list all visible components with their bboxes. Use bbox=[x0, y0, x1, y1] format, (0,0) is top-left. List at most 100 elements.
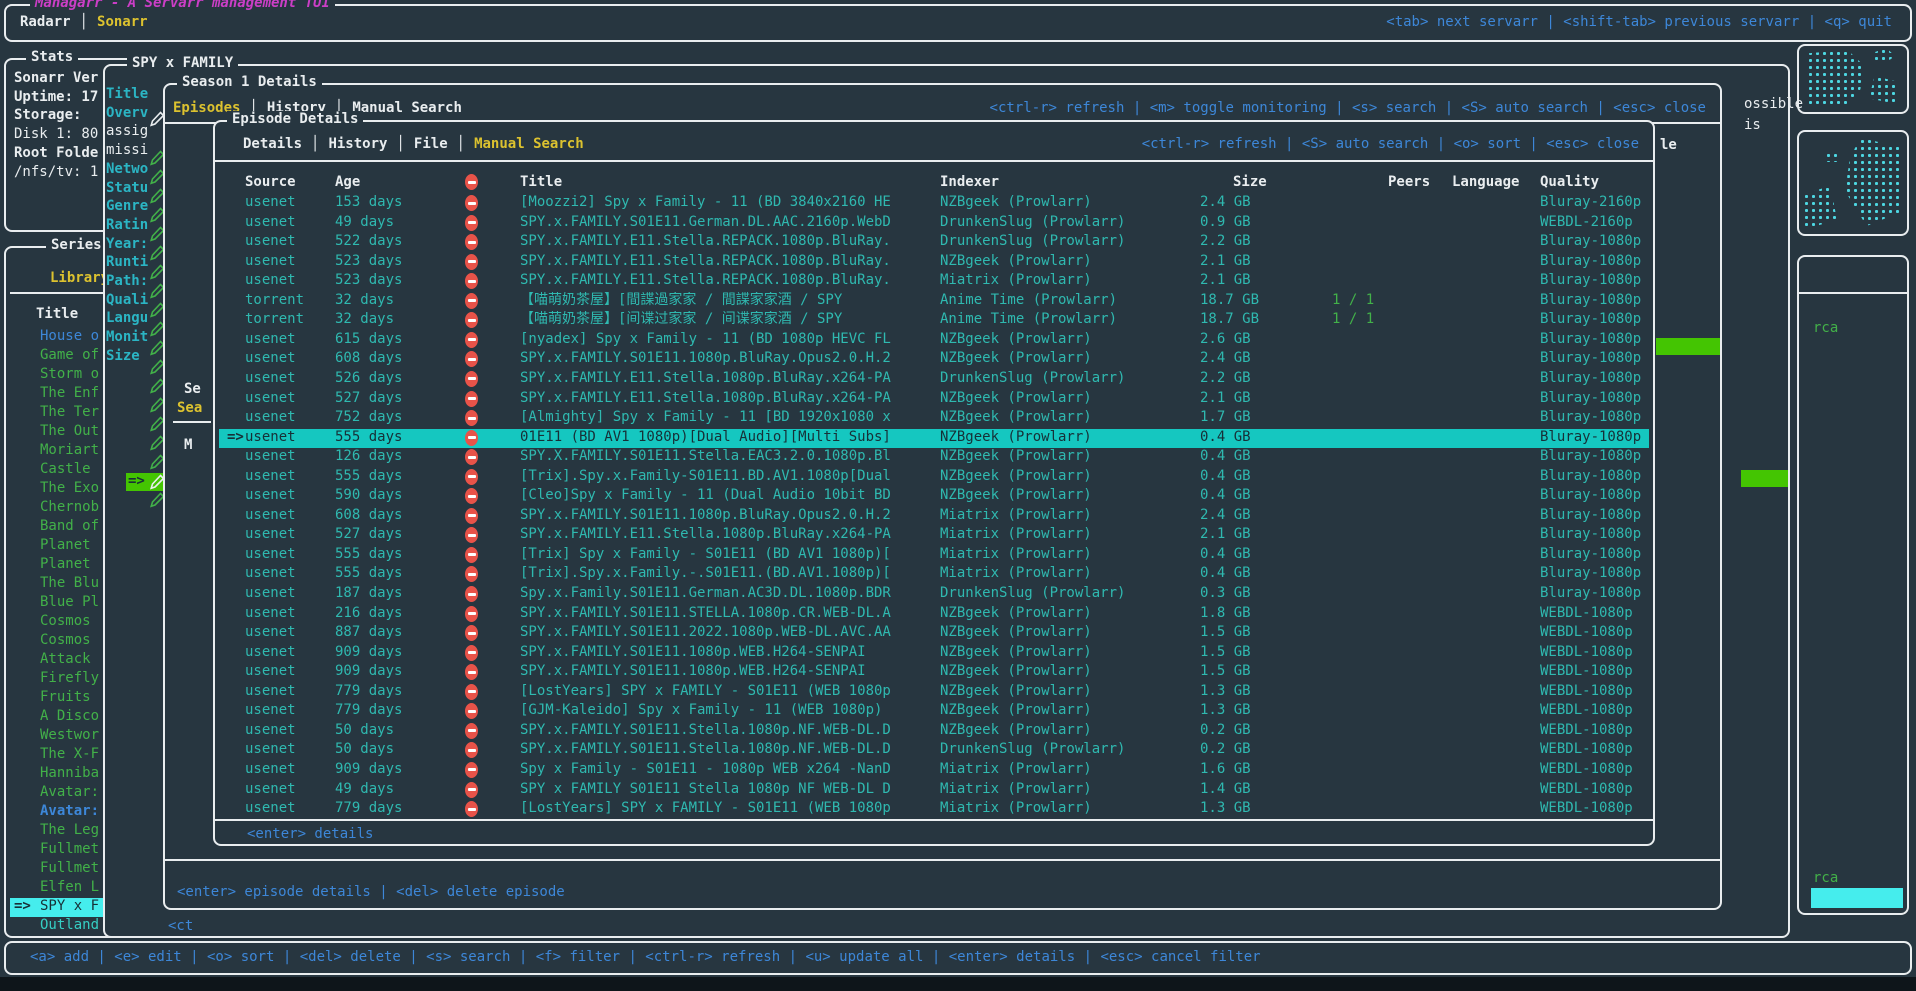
search-result-row[interactable]: usenet523 daysSPY.x.FAMILY.E11.Stella.RE… bbox=[219, 253, 1649, 272]
cell-source: usenet bbox=[245, 800, 296, 817]
search-result-row[interactable]: usenet779 days[GJM-Kaleido] Spy x Family… bbox=[219, 702, 1649, 721]
search-result-row[interactable]: usenet126 daysSPY.X.FAMILY.S01E11.Stella… bbox=[219, 448, 1649, 467]
search-result-row[interactable]: usenet590 days[Cleo]Spy x Family - 11 (D… bbox=[219, 487, 1649, 506]
stats-line: /nfs/tv: 1 bbox=[14, 164, 98, 181]
series-title-text: The Ter bbox=[40, 404, 99, 421]
cell-quality: Bluray-1080p bbox=[1540, 292, 1641, 309]
no-entry-icon bbox=[465, 391, 478, 407]
cell-size: 1.3 GB bbox=[1200, 702, 1251, 719]
search-result-row[interactable]: usenet615 days[nyadex] Spy x Family - 11… bbox=[219, 331, 1649, 350]
search-result-row[interactable]: torrent32 days【喵萌奶茶屋】[間諜過家家 / 間諜家家酒 / SP… bbox=[219, 292, 1649, 311]
cell-source: usenet bbox=[245, 331, 296, 348]
search-result-row[interactable]: usenet909 daysSPY.x.FAMILY.S01E11.1080p.… bbox=[219, 663, 1649, 682]
cell-age: 527 days bbox=[335, 390, 402, 407]
cell-quality: Bluray-1080p bbox=[1540, 253, 1641, 270]
terminal-margin bbox=[0, 977, 1916, 991]
search-result-row[interactable]: usenet555 days[Trix] Spy x Family - S01E… bbox=[219, 546, 1649, 565]
dot-art-icon bbox=[1803, 186, 1837, 228]
search-result-row[interactable]: usenet555 days[Trix].Spy.x.Family.-.S01E… bbox=[219, 565, 1649, 584]
logo-panel-bottom bbox=[1797, 130, 1909, 236]
search-result-row[interactable]: usenet779 days[LostYears] SPY x FAMILY -… bbox=[219, 800, 1649, 819]
cell-title: SPY.x.FAMILY.S01E11.Stella.1080p.NF.WEB-… bbox=[520, 722, 891, 739]
series-title-text: The Blu bbox=[40, 575, 99, 592]
clipped-tab[interactable]: Sea bbox=[177, 400, 202, 417]
search-result-row[interactable]: usenet216 daysSPY.x.FAMILY.S01E11.STELLA… bbox=[219, 605, 1649, 624]
cell-source: usenet bbox=[245, 585, 296, 602]
cell-indexer: Miatrix (Prowlarr) bbox=[940, 526, 1092, 543]
search-result-row[interactable]: =>usenet555 days01E11 (BD AV1 1080p)[Dua… bbox=[219, 429, 1649, 448]
cell-age: 555 days bbox=[335, 429, 402, 446]
series-title-text: A Disco bbox=[40, 708, 99, 725]
cell-quality: Bluray-1080p bbox=[1540, 233, 1641, 250]
tab-season-manual-search[interactable]: Manual Search bbox=[352, 100, 462, 117]
search-result-row[interactable]: usenet909 daysSpy x Family - S01E11 - 10… bbox=[219, 761, 1649, 780]
selected-season-row[interactable]: => bbox=[126, 473, 168, 491]
cell-source: usenet bbox=[245, 390, 296, 407]
cell-age: 909 days bbox=[335, 663, 402, 680]
seasons-scrollbar[interactable] bbox=[1741, 470, 1788, 487]
search-result-row[interactable]: usenet50 daysSPY.x.FAMILY.S01E11.Stella.… bbox=[219, 741, 1649, 760]
cell-title: SPY.x.FAMILY.S01E11.1080p.WEB.H264-SENPA… bbox=[520, 644, 866, 661]
cell-age: 555 days bbox=[335, 565, 402, 582]
no-entry-icon bbox=[465, 332, 478, 348]
cell-source: usenet bbox=[245, 233, 296, 250]
selected-episode-highlight[interactable] bbox=[1656, 338, 1720, 355]
search-result-row[interactable]: usenet527 daysSPY.x.FAMILY.E11.Stella.10… bbox=[219, 390, 1649, 409]
cell-title: SPY.X.FAMILY.S01E11.Stella.EAC3.2.0.1080… bbox=[520, 448, 891, 465]
clipped-text: rca bbox=[1813, 320, 1838, 337]
cell-quality: Bluray-1080p bbox=[1540, 311, 1641, 328]
cell-size: 2.1 GB bbox=[1200, 390, 1251, 407]
cell-title: Spy.x.Family.S01E11.German.AC3D.DL.1080p… bbox=[520, 585, 891, 602]
search-result-row[interactable]: usenet526 daysSPY.x.FAMILY.E11.Stella.10… bbox=[219, 370, 1649, 389]
search-result-row[interactable]: usenet49 daysSPY x FAMILY S01E11 Stella … bbox=[219, 781, 1649, 800]
cell-size: 1.5 GB bbox=[1200, 644, 1251, 661]
right-side-panel: rca rca bbox=[1797, 255, 1909, 915]
series-title-text: House o bbox=[40, 328, 99, 345]
no-entry-icon bbox=[465, 469, 478, 485]
search-result-row[interactable]: usenet523 daysSPY.x.FAMILY.E11.Stella.RE… bbox=[219, 272, 1649, 291]
no-entry-icon bbox=[465, 273, 478, 289]
cell-source: usenet bbox=[245, 644, 296, 661]
search-result-row[interactable]: usenet555 days[Trix].Spy.x.Family-S01E11… bbox=[219, 468, 1649, 487]
cell-age: 49 days bbox=[335, 214, 394, 231]
series-title-text: Avatar: bbox=[40, 784, 99, 801]
series-title-text: Firefly bbox=[40, 670, 99, 687]
search-result-row[interactable]: usenet608 daysSPY.x.FAMILY.S01E11.1080p.… bbox=[219, 350, 1649, 369]
cell-indexer: Miatrix (Prowlarr) bbox=[940, 800, 1092, 817]
search-result-row[interactable]: usenet49 daysSPY.x.FAMILY.S01E11.German.… bbox=[219, 214, 1649, 233]
search-result-row[interactable]: usenet187 daysSpy.x.Family.S01E11.German… bbox=[219, 585, 1649, 604]
cell-peers: 1 / 1 bbox=[1332, 292, 1374, 309]
cell-indexer: NZBgeek (Prowlarr) bbox=[940, 331, 1092, 348]
search-result-row[interactable]: usenet608 daysSPY.x.FAMILY.S01E11.1080p.… bbox=[219, 507, 1649, 526]
cell-title: SPY.x.FAMILY.S01E11.1080p.WEB.H264-SENPA… bbox=[520, 663, 866, 680]
no-entry-icon bbox=[465, 684, 478, 700]
search-result-row[interactable]: usenet779 days[LostYears] SPY x FAMILY -… bbox=[219, 683, 1649, 702]
cell-age: 555 days bbox=[335, 468, 402, 485]
cell-peers: 1 / 1 bbox=[1332, 311, 1374, 328]
cell-age: 49 days bbox=[335, 781, 394, 798]
cell-title: [LostYears] SPY x FAMILY - S01E11 (WEB 1… bbox=[520, 683, 891, 700]
cell-title: SPY.x.FAMILY.E11.Stella.REPACK.1080p.Blu… bbox=[520, 253, 891, 270]
cell-title: SPY.x.FAMILY.S01E11.1080p.BluRay.Opus2.0… bbox=[520, 350, 891, 367]
tab-radarr[interactable]: Radarr bbox=[20, 14, 71, 31]
season-footer-divider bbox=[165, 859, 1720, 861]
search-result-row[interactable]: usenet522 daysSPY.x.FAMILY.E11.Stella.RE… bbox=[219, 233, 1649, 252]
no-entry-icon bbox=[465, 782, 478, 798]
cell-source: usenet bbox=[245, 526, 296, 543]
tab-sonarr[interactable]: Sonarr bbox=[97, 14, 148, 31]
cell-quality: WEBDL-1080p bbox=[1540, 800, 1633, 817]
series-title-text: Fullmet bbox=[40, 860, 99, 877]
search-result-row[interactable]: torrent32 days【喵萌奶茶屋】[间谍过家家 / 间谍家家酒 / SP… bbox=[219, 311, 1649, 330]
search-result-row[interactable]: usenet909 daysSPY.x.FAMILY.S01E11.1080p.… bbox=[219, 644, 1649, 663]
selected-marker: => bbox=[227, 429, 244, 446]
cell-title: [GJM-Kaleido] Spy x Family - 11 (WEB 108… bbox=[520, 702, 882, 719]
search-result-row[interactable]: usenet527 daysSPY.x.FAMILY.E11.Stella.10… bbox=[219, 526, 1649, 545]
search-result-row[interactable]: usenet887 daysSPY.x.FAMILY.S01E11.2022.1… bbox=[219, 624, 1649, 643]
cell-source: usenet bbox=[245, 683, 296, 700]
cell-size: 1.4 GB bbox=[1200, 781, 1251, 798]
season-details-title: Season 1 Details bbox=[177, 74, 322, 91]
search-result-row[interactable]: usenet153 days[Moozzi2] Spy x Family - 1… bbox=[219, 194, 1649, 213]
cell-source: usenet bbox=[245, 350, 296, 367]
search-result-row[interactable]: usenet50 daysSPY.x.FAMILY.S01E11.Stella.… bbox=[219, 722, 1649, 741]
search-result-row[interactable]: usenet752 days[Almighty] Spy x Family - … bbox=[219, 409, 1649, 428]
